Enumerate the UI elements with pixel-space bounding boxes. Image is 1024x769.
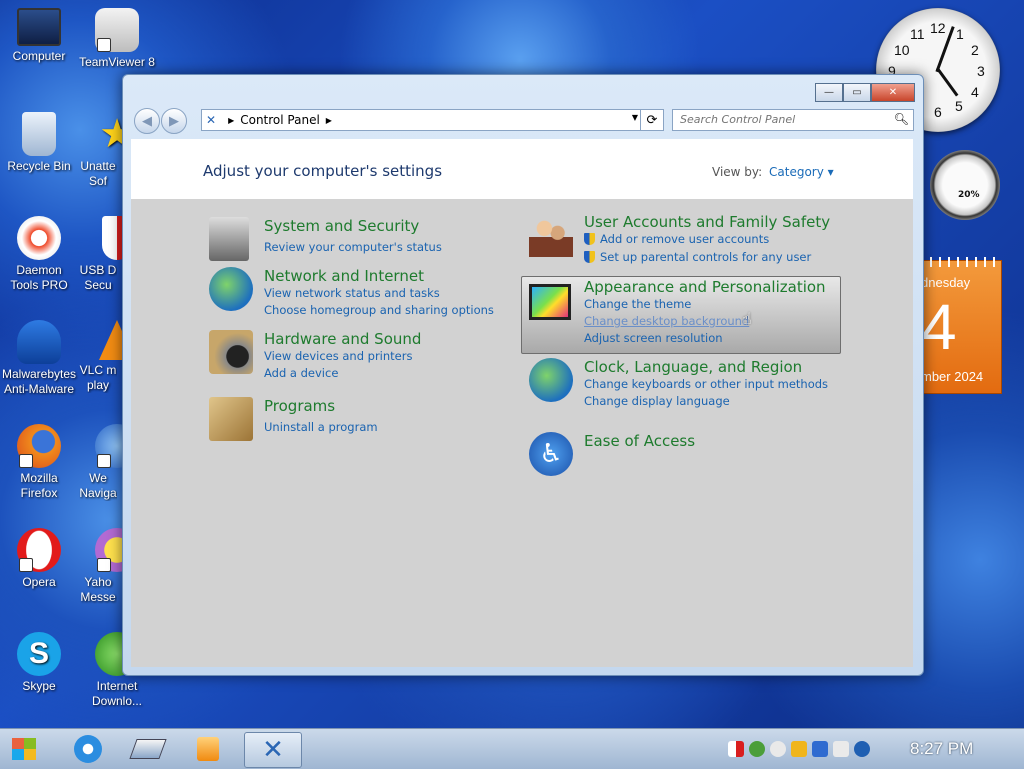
calendar-gadget[interactable]: dnesday 4 mber 2024 (920, 257, 1002, 394)
internet-explorer-icon (74, 735, 102, 763)
category-link[interactable]: Set up parental controls for any user (584, 250, 811, 264)
category-title[interactable]: Network and Internet (264, 267, 424, 285)
desktop-icon-teamviewer[interactable]: TeamViewer 8 (79, 8, 155, 70)
hardware-sound-icon (209, 330, 253, 374)
teamviewer-icon (95, 8, 139, 52)
category-link[interactable]: Change display language (584, 394, 730, 408)
desktop-icon-skype[interactable]: S Skype (1, 632, 77, 694)
monitor-icon[interactable] (833, 741, 849, 757)
taskbar-control-panel[interactable]: ✕ (244, 732, 302, 768)
hand-cursor-icon: ☝ (742, 309, 752, 328)
category-link[interactable]: Adjust screen resolution (584, 331, 723, 345)
maximize-button[interactable]: ▭ (843, 83, 871, 102)
forward-button[interactable]: ▶ (161, 108, 187, 134)
address-dropdown-icon[interactable]: ▼ (632, 113, 638, 122)
close-button[interactable]: ✕ (871, 83, 915, 102)
address-bar[interactable]: ✕ ▶ Control Panel ▶ ▼ (201, 109, 641, 131)
header-bar: Adjust your computer's settings View by:… (131, 139, 913, 199)
category-link[interactable]: Add a device (264, 366, 338, 380)
appearance-icon (529, 284, 571, 320)
windows-explorer-icon (129, 739, 167, 759)
system-security-icon (209, 217, 249, 261)
view-by-label: View by: (712, 165, 763, 179)
category-link[interactable]: Uninstall a program (264, 420, 378, 434)
window-controls: — ▭ ✕ (815, 83, 915, 102)
opera-icon (17, 528, 61, 572)
category-link[interactable]: Add or remove user accounts (584, 232, 769, 246)
category-title[interactable]: Clock, Language, and Region (584, 358, 802, 376)
minimize-button[interactable]: — (815, 83, 843, 102)
control-panel-icon: ✕ (206, 113, 217, 127)
search-icon[interactable]: 🔍︎ (894, 112, 909, 126)
network-icon[interactable] (749, 741, 765, 757)
globe-icon (209, 267, 253, 311)
ease-of-access-icon: ♿︎ (529, 432, 573, 476)
category-link[interactable]: Choose homegroup and sharing options (264, 303, 494, 317)
category-title[interactable]: Hardware and Sound (264, 330, 421, 348)
breadcrumb-arrow-icon[interactable]: ▶ (326, 116, 332, 125)
category-link[interactable]: Review your computer's status (264, 240, 442, 254)
page-title: Adjust your computer's settings (203, 162, 443, 180)
chat-icon[interactable] (770, 741, 786, 757)
user-accounts-icon (529, 213, 573, 257)
malwarebytes-icon (17, 320, 61, 364)
category-title[interactable]: Ease of Access (584, 432, 695, 450)
category-link[interactable]: View devices and printers (264, 349, 412, 363)
category-panel: System and Security Review your computer… (131, 199, 913, 667)
firefox-icon (17, 424, 61, 468)
refresh-button[interactable]: ⟳ (640, 109, 664, 131)
search-box[interactable]: 🔍︎ (672, 109, 914, 131)
key-icon[interactable] (791, 741, 807, 757)
sync-icon[interactable] (854, 741, 870, 757)
taskbar-internet-explorer[interactable] (60, 732, 116, 766)
skype-icon: S (17, 632, 61, 676)
daemon-tools-icon (17, 216, 61, 260)
cpu-meter-gadget[interactable]: 20% (930, 150, 1000, 220)
desktop-icon-daemon-tools[interactable]: Daemon Tools PRO (1, 216, 77, 293)
media-player-icon (197, 737, 219, 761)
desktop-icon-opera[interactable]: Opera (1, 528, 77, 590)
category-title[interactable]: System and Security (264, 217, 419, 235)
taskbar-media-player[interactable] (180, 732, 236, 766)
view-by-dropdown[interactable]: Category ▾ (769, 165, 834, 179)
breadcrumb-arrow-icon[interactable]: ▶ (228, 116, 234, 125)
recycle-bin-icon (22, 112, 56, 156)
category-title[interactable]: Appearance and Personalization (584, 278, 826, 296)
desktop-icon-malwarebytes[interactable]: Malwarebytes Anti-Malware (1, 320, 77, 397)
windows-logo-icon (12, 738, 36, 760)
control-panel-window[interactable]: — ▭ ✕ ◀ ▶ ✕ ▶ Control Panel ▶ ▼ ⟳ 🔍︎ Adj… (122, 74, 924, 676)
category-title[interactable]: User Accounts and Family Safety (584, 213, 830, 231)
volume-icon[interactable] (812, 741, 828, 757)
programs-icon (209, 397, 253, 441)
system-tray (728, 741, 870, 757)
category-link[interactable]: View network status and tasks (264, 286, 440, 300)
start-button[interactable] (8, 734, 40, 764)
search-input[interactable] (673, 110, 886, 128)
category-link-hovered[interactable]: Change desktop background (584, 314, 749, 328)
taskbar-windows-explorer[interactable] (120, 732, 176, 766)
category-title[interactable]: Programs (264, 397, 335, 415)
desktop-icon-firefox[interactable]: Mozilla Firefox (1, 424, 77, 501)
category-link[interactable]: Change the theme (584, 297, 691, 311)
security-shield-icon[interactable] (728, 741, 744, 757)
desktop-icon-computer[interactable]: Computer (1, 8, 77, 64)
desktop-icon-recycle-bin[interactable]: Recycle Bin (1, 112, 77, 174)
calendar-rings (921, 257, 999, 267)
computer-icon (17, 8, 61, 46)
clock-language-icon (529, 358, 573, 402)
taskbar: ✕ 8:27 PM (0, 728, 1024, 769)
back-button[interactable]: ◀ (134, 108, 160, 134)
category-link[interactable]: Change keyboards or other input methods (584, 377, 828, 391)
clock-hour-hand (936, 67, 959, 97)
breadcrumb-control-panel[interactable]: Control Panel (240, 113, 320, 127)
control-panel-icon: ✕ (262, 735, 284, 765)
clock-time[interactable]: 8:27 PM (910, 739, 973, 759)
